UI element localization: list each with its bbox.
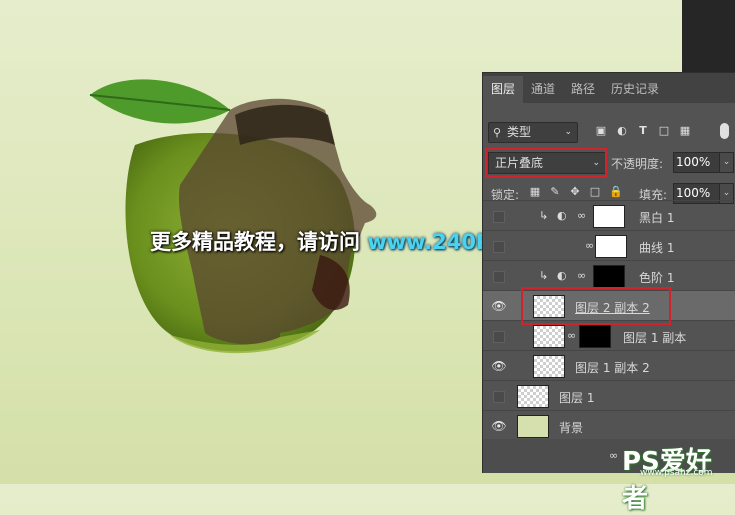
site-logo: PS爱好者 xyxy=(622,441,735,515)
layer-thumbnail[interactable] xyxy=(517,385,549,408)
filter-icons: ▣ ◐ T □ ▦ xyxy=(595,125,691,137)
layer-row[interactable]: ↳ ◐ ∞ 黑白 1 xyxy=(483,200,735,231)
visibility-toggle[interactable] xyxy=(493,391,505,403)
lock-all-icon[interactable]: 🔒 xyxy=(609,186,623,198)
layer-row[interactable]: 图层 1 xyxy=(483,380,735,411)
layer-name[interactable]: 黑白 1 xyxy=(639,209,674,226)
adjustment-icon: ◐ xyxy=(557,209,567,222)
visibility-toggle[interactable] xyxy=(493,211,505,223)
logo-text: PS爱好者 xyxy=(622,447,712,514)
layer-name[interactable]: 图层 1 副本 2 xyxy=(575,359,650,376)
visibility-toggle[interactable] xyxy=(493,241,505,253)
site-logo-url: www.psahz.com xyxy=(640,468,713,478)
eye-icon[interactable]: 👁 xyxy=(491,419,507,433)
eye-icon[interactable]: 👁 xyxy=(491,359,507,373)
layer-filter-select[interactable]: ⚲ 类型 ⌄ xyxy=(488,122,578,143)
highlight-box-layer xyxy=(521,287,671,325)
layer-name[interactable]: 色阶 1 xyxy=(639,269,674,286)
layer-mask-thumbnail[interactable] xyxy=(579,325,611,348)
tab-channels[interactable]: 通道 xyxy=(523,76,563,103)
adjustment-icon: ◐ xyxy=(557,269,567,282)
adjustment-filter-icon[interactable]: ◐ xyxy=(616,125,628,137)
lock-paint-icon[interactable]: ✎ xyxy=(549,186,561,198)
shape-filter-icon[interactable]: □ xyxy=(658,125,670,137)
type-filter-icon[interactable]: T xyxy=(637,125,649,137)
tab-paths[interactable]: 路径 xyxy=(563,76,603,103)
layer-row[interactable]: 👁 图层 1 副本 2 xyxy=(483,350,735,381)
layer-thumbnail[interactable] xyxy=(533,325,565,348)
watermark-label: 更多精品教程，请访问 xyxy=(150,230,368,254)
filter-label: 类型 xyxy=(507,125,532,139)
layer-row[interactable]: 👁 背景 xyxy=(483,410,735,441)
layers-panel: 图层 通道 路径 历史记录 ⚲ 类型 ⌄ ▣ ◐ T □ ▦ 正片叠底 ⌄ 不透… xyxy=(482,72,735,473)
clip-arrow-icon: ↳ xyxy=(539,209,549,222)
clip-arrow-icon: ↳ xyxy=(539,269,549,282)
lock-artboard-icon[interactable]: □ xyxy=(589,186,601,198)
smart-object-filter-icon[interactable]: ▦ xyxy=(679,125,691,137)
layer-row[interactable]: ∞ 曲线 1 xyxy=(483,230,735,261)
opacity-dropdown[interactable]: ⌄ xyxy=(719,152,734,173)
chain-link-icon: ∞ xyxy=(577,209,587,222)
lock-icons: ▦ ✎ ✥ □ 🔒 xyxy=(529,186,623,198)
opacity-input[interactable]: 100% xyxy=(673,152,721,173)
layer-mask-thumbnail[interactable] xyxy=(593,205,625,228)
layer-mask-thumbnail[interactable] xyxy=(593,265,625,288)
workspace-dark-area xyxy=(682,0,735,72)
chain-link-icon: ∞ xyxy=(577,269,587,282)
layer-thumbnail[interactable] xyxy=(517,415,549,438)
tab-layers[interactable]: 图层 xyxy=(483,76,524,103)
apple-face-artwork xyxy=(89,79,377,354)
layer-name[interactable]: 图层 1 xyxy=(559,389,594,406)
layer-name[interactable]: 曲线 1 xyxy=(639,239,674,256)
panel-tabs: 图层 通道 路径 历史记录 xyxy=(483,73,735,103)
link-layers-icon[interactable]: ∞ xyxy=(609,449,618,462)
visibility-toggle[interactable] xyxy=(493,271,505,283)
eye-icon[interactable]: 👁 xyxy=(491,299,507,313)
chain-link-icon: ∞ xyxy=(585,239,595,252)
tab-history[interactable]: 历史记录 xyxy=(603,76,667,103)
filter-toggle[interactable] xyxy=(720,123,729,139)
image-filter-icon[interactable]: ▣ xyxy=(595,125,607,137)
layer-name[interactable]: 背景 xyxy=(559,419,583,436)
lock-position-icon[interactable]: ✥ xyxy=(569,186,581,198)
search-icon: ⚲ xyxy=(493,126,502,139)
chain-link-icon: ∞ xyxy=(567,329,577,342)
layer-name[interactable]: 图层 1 副本 xyxy=(623,329,686,346)
chevron-down-icon: ⌄ xyxy=(564,127,572,137)
highlight-box-blend xyxy=(485,148,607,178)
visibility-toggle[interactable] xyxy=(493,331,505,343)
opacity-label: 不透明度: xyxy=(611,157,664,171)
layer-thumbnail[interactable] xyxy=(533,355,565,378)
layer-mask-thumbnail[interactable] xyxy=(595,235,627,258)
lock-transparent-icon[interactable]: ▦ xyxy=(529,186,541,198)
